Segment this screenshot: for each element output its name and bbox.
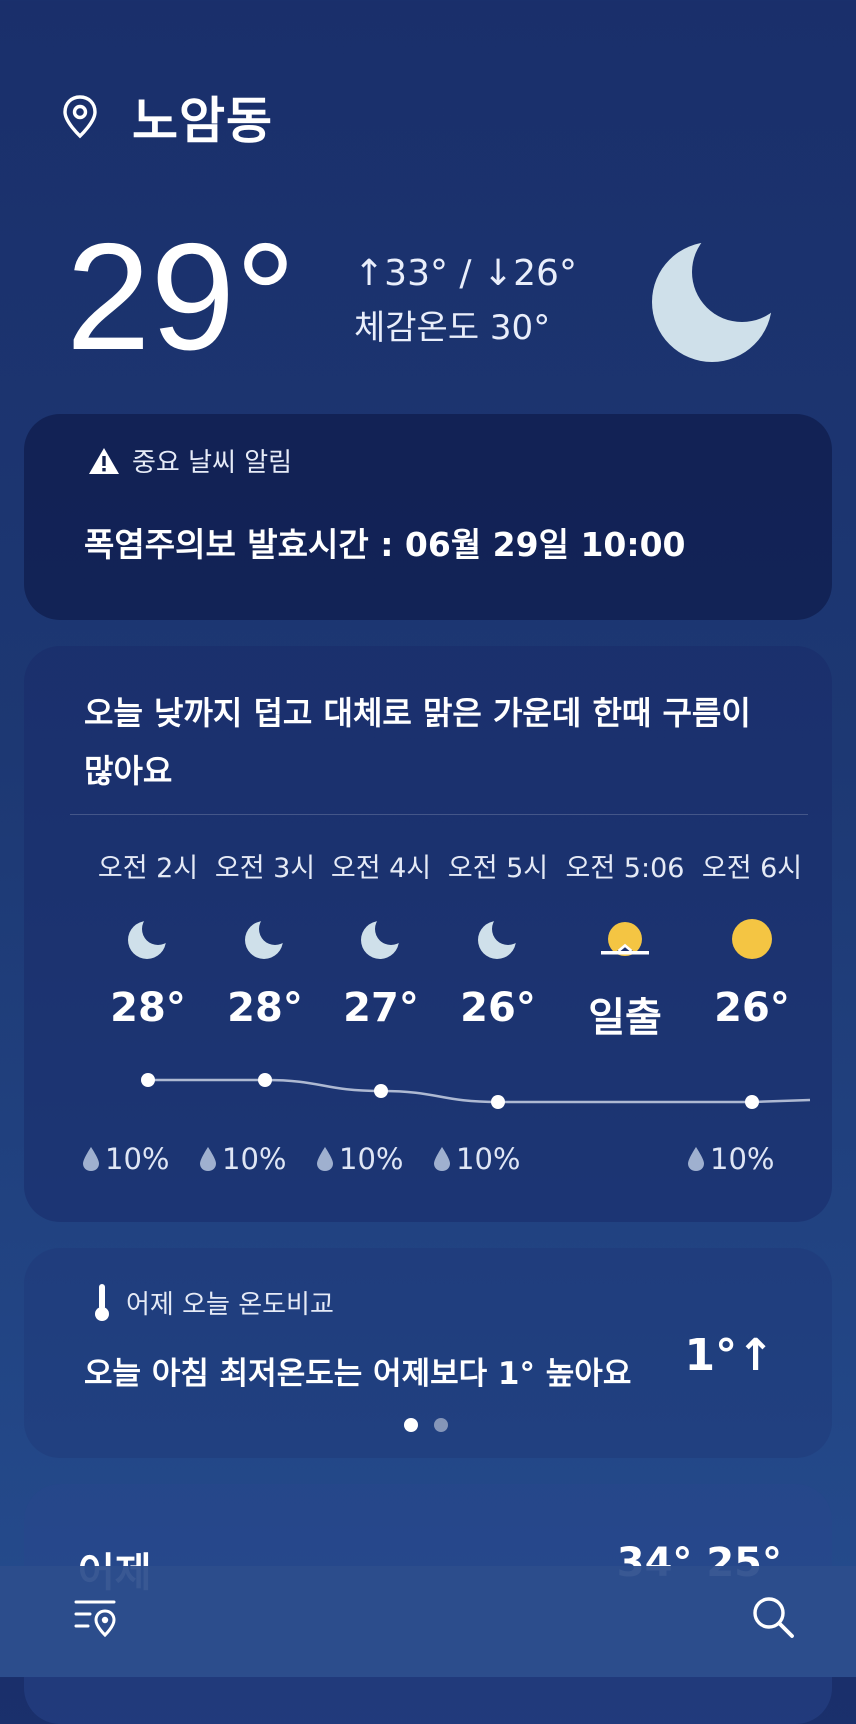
moon-icon: [361, 921, 399, 959]
alert-text: 폭염주의보 발효시간 : 06월 29일 10:00: [84, 525, 686, 564]
hour-item: 오전 4시 27°: [316, 846, 446, 1031]
high-low-temperature: ↑33° / ↓26°: [354, 253, 577, 294]
moon-icon: [478, 921, 516, 959]
hour-time: 오전 3시: [214, 853, 316, 884]
hour-time: 오전 6시: [701, 853, 803, 884]
hour-temp: 28°: [110, 985, 186, 1031]
hour-time: 오전 2시: [97, 853, 199, 884]
warning-icon: [89, 447, 119, 474]
location-list-icon[interactable]: [74, 1596, 120, 1640]
alert-title: 중요 날씨 알림: [132, 448, 293, 478]
hour-time: 오전 4시: [330, 853, 432, 884]
bottom-toolbar: [0, 1566, 856, 1677]
alert-header: 중요 날씨 알림: [88, 442, 292, 479]
hour-temp: 28°: [227, 985, 303, 1031]
location-pin-icon: [63, 95, 97, 139]
hour-item: 오전 5시 26°: [433, 846, 563, 1031]
feels-like-temperature: 체감온도 30°: [354, 308, 551, 348]
raindrop-icon: [200, 1147, 216, 1171]
temperature-point: [141, 1073, 155, 1087]
location-name: 노암동: [132, 92, 273, 150]
hour-time: 오전 5:06: [565, 853, 685, 884]
raindrop-icon: [83, 1147, 99, 1171]
moon-icon: [128, 921, 166, 959]
sunrise-icon: [601, 922, 649, 956]
hour-item: 오전 5:06 일출: [560, 846, 690, 1043]
divider: [70, 814, 808, 815]
hour-time: 오전 5시: [447, 853, 549, 884]
rain-chance-value: 10%: [105, 1142, 170, 1176]
rain-chance: 10%: [686, 1142, 774, 1176]
weather-alert-card[interactable]: 중요 날씨 알림 폭염주의보 발효시간 : 06월 29일 10:00: [24, 414, 832, 620]
forecast-summary: 오늘 낮까지 덥고 대체로 맑은 가운데 한때 구름이 많아요: [84, 694, 751, 790]
rain-chance: 10%: [432, 1142, 520, 1176]
page-indicator[interactable]: [404, 1418, 464, 1432]
page-dot[interactable]: [434, 1418, 448, 1432]
compare-header: 어제 오늘 온도비교: [92, 1282, 334, 1322]
rain-chance-value: 10%: [222, 1142, 287, 1176]
rain-chance: 10%: [81, 1142, 169, 1176]
page-dot-active[interactable]: [404, 1418, 418, 1432]
temperature-point: [258, 1073, 272, 1087]
temperature-point: [745, 1095, 759, 1109]
thermometer-icon: [95, 1284, 109, 1321]
hour-temp: 일출: [588, 995, 662, 1041]
hour-item: 오전 3시 28°: [200, 846, 330, 1031]
compare-text: 오늘 아침 최저온도는 어제보다 1° 높아요: [84, 1356, 632, 1392]
moon-icon: [245, 921, 283, 959]
raindrop-icon: [434, 1147, 450, 1171]
current-temperature: 29°: [66, 212, 296, 382]
rain-chance-value: 10%: [339, 1142, 404, 1176]
raindrop-icon: [317, 1147, 333, 1171]
temperature-delta: 1°↑: [684, 1330, 774, 1381]
rain-chance-value: 10%: [456, 1142, 521, 1176]
rain-chance-value: 10%: [710, 1142, 775, 1176]
compare-title: 어제 오늘 온도비교: [126, 1289, 334, 1320]
hour-temp: 26°: [460, 985, 536, 1031]
raindrop-icon: [688, 1147, 704, 1171]
hour-item: 오전 6시 26°: [687, 846, 817, 1031]
hour-temp: 27°: [343, 985, 419, 1031]
temperature-trend-line: [141, 1073, 811, 1109]
rain-chance: 10%: [315, 1142, 403, 1176]
temperature-compare-card[interactable]: 어제 오늘 온도비교 오늘 아침 최저온도는 어제보다 1° 높아요 1°↑: [24, 1248, 832, 1458]
temperature-point: [491, 1095, 505, 1109]
hour-temp: 26°: [714, 985, 790, 1031]
temperature-trend-path: [148, 1078, 811, 1104]
hourly-forecast-card[interactable]: 오늘 낮까지 덥고 대체로 맑은 가운데 한때 구름이 많아요 오전 2시 28…: [24, 646, 832, 1222]
temperature-point: [374, 1084, 388, 1098]
rain-chance: 10%: [198, 1142, 286, 1176]
hour-item: 오전 2시 28°: [83, 846, 213, 1031]
location-header[interactable]: 노암동: [60, 82, 273, 152]
moon-icon: [652, 242, 772, 362]
sun-icon: [732, 919, 772, 959]
search-icon[interactable]: [750, 1594, 796, 1640]
